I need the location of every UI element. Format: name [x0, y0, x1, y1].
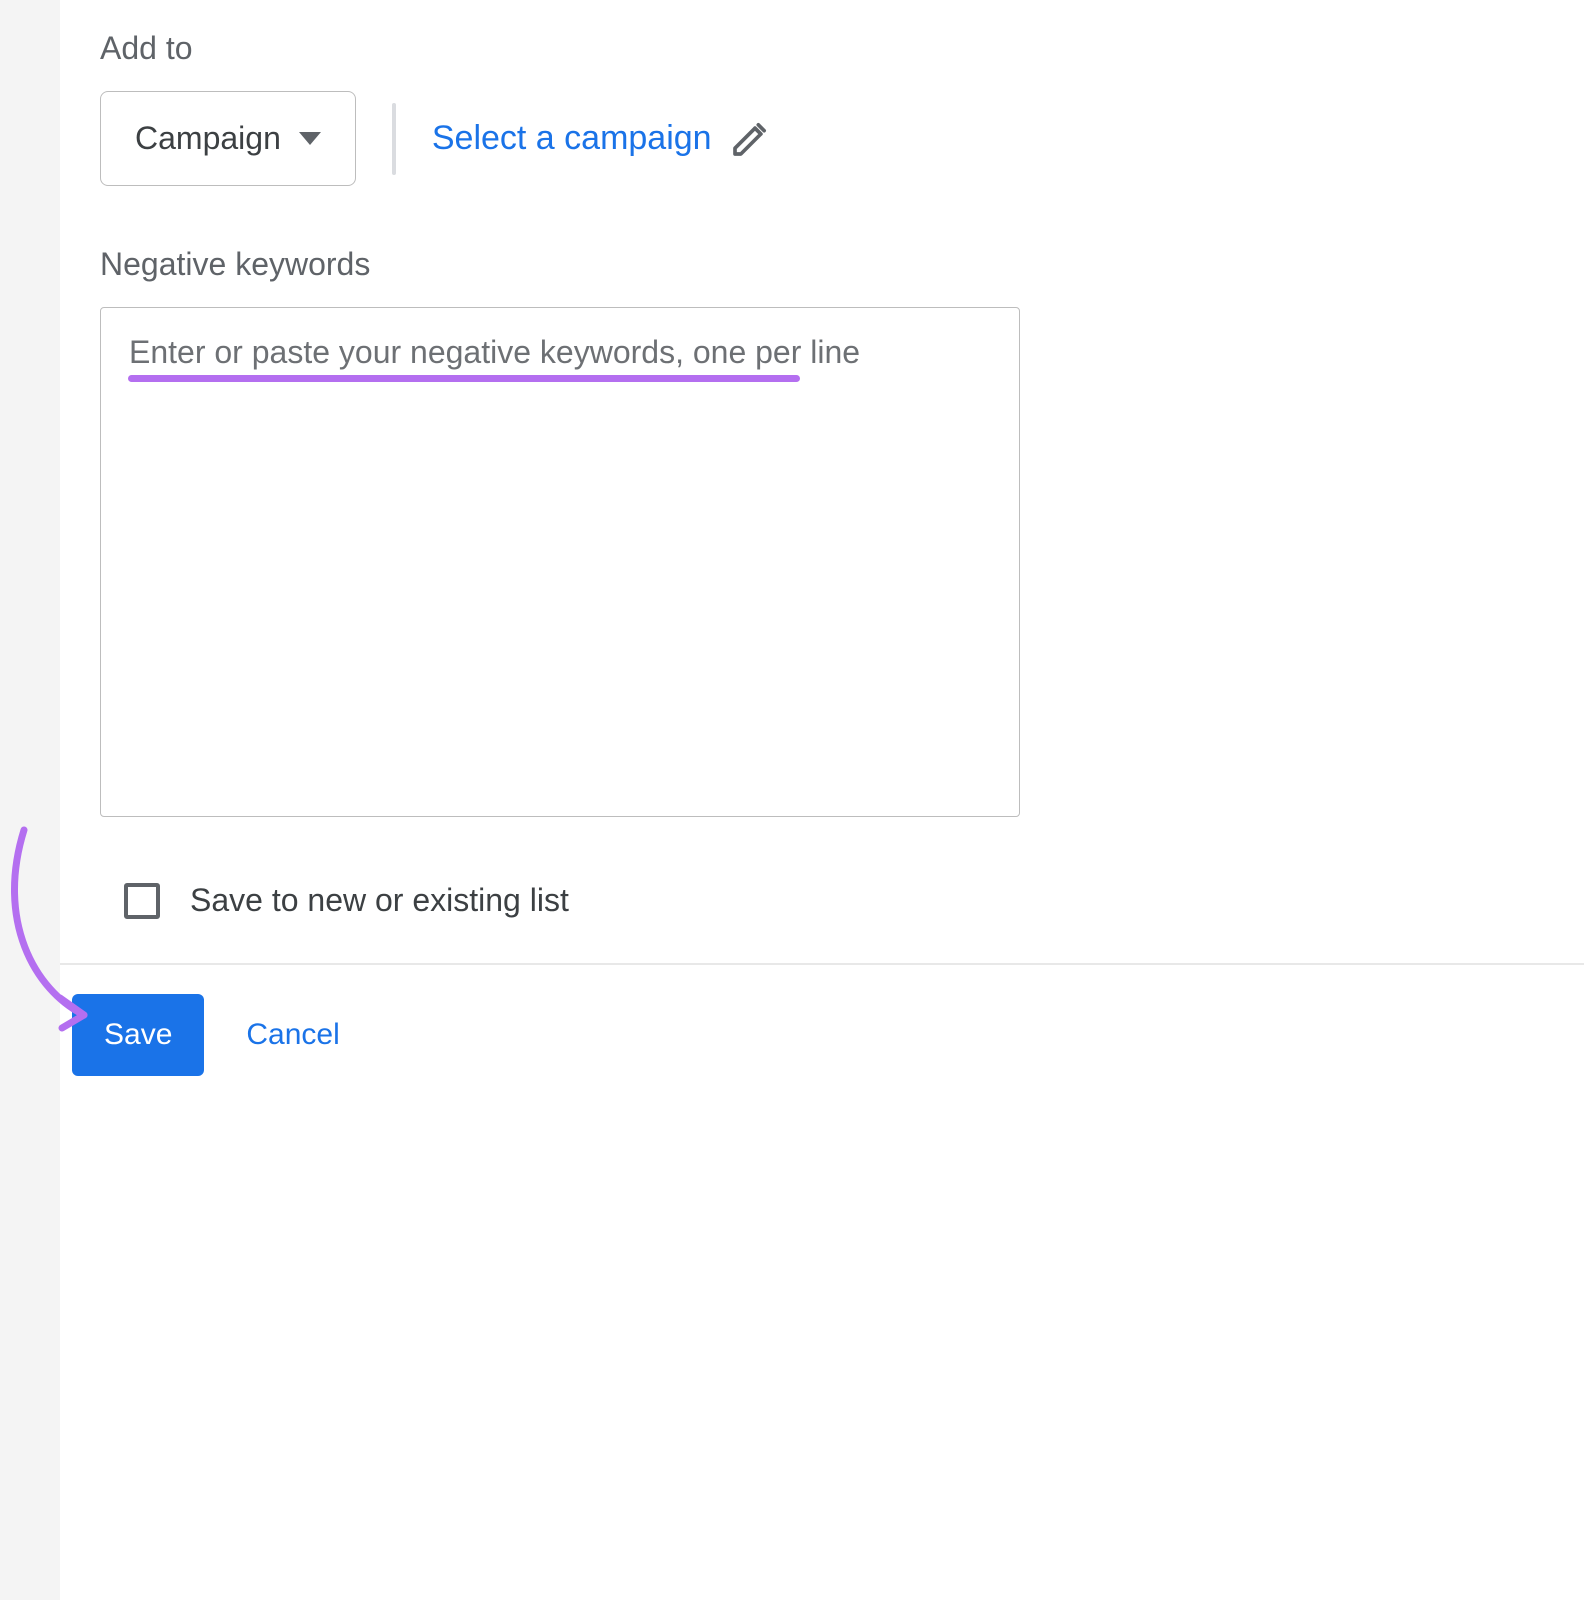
- addto-dropdown[interactable]: Campaign: [100, 91, 356, 186]
- addto-dropdown-value: Campaign: [135, 120, 281, 157]
- addto-label: Add to: [100, 30, 1544, 67]
- save-to-list-checkbox[interactable]: [124, 883, 160, 919]
- save-to-list-row[interactable]: Save to new or existing list: [124, 882, 1544, 919]
- negative-keywords-wrap: [100, 307, 1544, 822]
- negative-keywords-label: Negative keywords: [100, 246, 1544, 283]
- left-gutter: [0, 0, 60, 1600]
- save-button[interactable]: Save: [72, 994, 204, 1076]
- negative-keywords-textarea[interactable]: [100, 307, 1020, 817]
- cancel-button[interactable]: Cancel: [246, 1018, 339, 1052]
- addto-row: Campaign Select a campaign: [100, 91, 1544, 186]
- save-to-list-label: Save to new or existing list: [190, 882, 569, 919]
- horizontal-divider: [60, 963, 1584, 965]
- select-campaign-text: Select a campaign: [432, 119, 712, 158]
- footer-actions: Save Cancel: [72, 994, 340, 1076]
- pencil-icon: [730, 119, 770, 159]
- vertical-divider: [392, 103, 396, 175]
- caret-down-icon: [299, 132, 321, 145]
- select-campaign-link[interactable]: Select a campaign: [432, 119, 770, 159]
- form-panel: Add to Campaign Select a campaign Negati…: [60, 0, 1584, 969]
